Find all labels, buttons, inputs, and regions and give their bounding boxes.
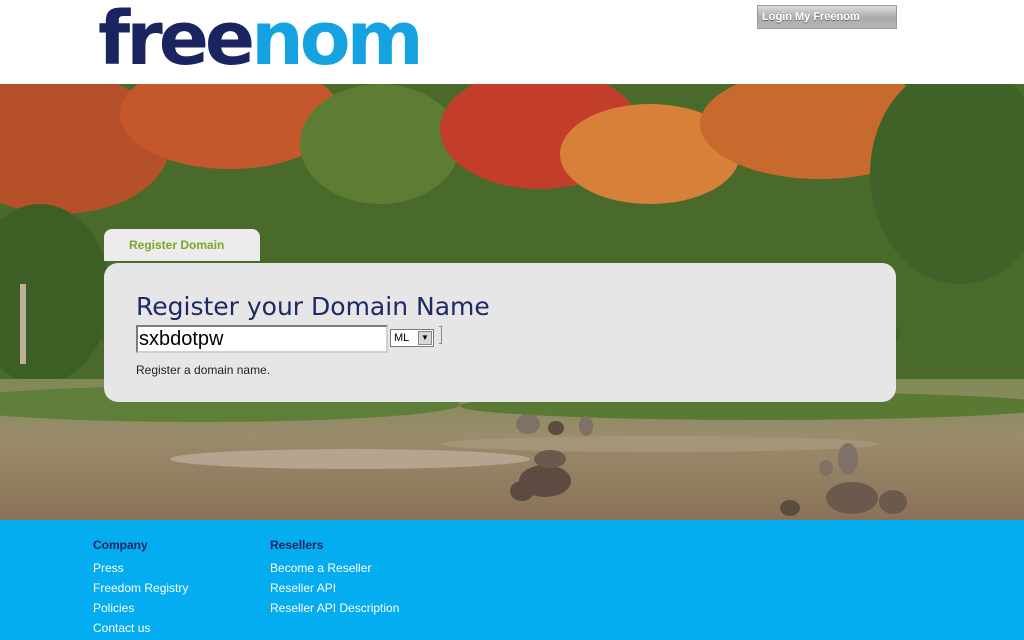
footer-resellers-heading: Resellers bbox=[270, 538, 324, 552]
register-title: Register your Domain Name bbox=[136, 292, 490, 321]
footer-link-press[interactable]: Press bbox=[93, 558, 188, 578]
footer-link-policies[interactable]: Policies bbox=[93, 598, 188, 618]
logo-nom: nom bbox=[251, 0, 424, 82]
freenom-logo[interactable]: freenom bbox=[98, 0, 424, 84]
footer-company-column: Company Press Freedom Registry Policies … bbox=[93, 538, 188, 638]
footer-company-heading: Company bbox=[93, 538, 148, 552]
footer-link-contact-us[interactable]: Contact us bbox=[93, 618, 188, 638]
select-edge-marker bbox=[439, 326, 442, 344]
footer-link-reseller-api-description[interactable]: Reseller API Description bbox=[270, 598, 399, 618]
chevron-down-icon[interactable]: ▼ bbox=[418, 331, 432, 345]
tld-selected-value: ML bbox=[394, 332, 410, 344]
footer-link-freedom-registry[interactable]: Freedom Registry bbox=[93, 578, 188, 598]
footer-link-become-reseller[interactable]: Become a Reseller bbox=[270, 558, 399, 578]
login-button[interactable]: Login My Freenom bbox=[757, 5, 897, 29]
site-footer: Company Press Freedom Registry Policies … bbox=[0, 520, 1024, 640]
hero-banner: Register Domain Register your Domain Nam… bbox=[0, 84, 1024, 520]
logo-free: free bbox=[98, 0, 255, 82]
tld-select[interactable]: ML ▼ bbox=[390, 329, 434, 347]
domain-name-input[interactable] bbox=[136, 325, 388, 353]
register-help-text: Register a domain name. bbox=[136, 363, 271, 377]
footer-link-reseller-api[interactable]: Reseller API bbox=[270, 578, 399, 598]
site-header: freenom Login My Freenom bbox=[0, 0, 1024, 84]
footer-resellers-column: Resellers Become a Reseller Reseller API… bbox=[270, 538, 399, 618]
tab-register-domain[interactable]: Register Domain bbox=[104, 229, 260, 261]
register-domain-panel: Register your Domain Name ML ▼ Register … bbox=[104, 263, 896, 402]
